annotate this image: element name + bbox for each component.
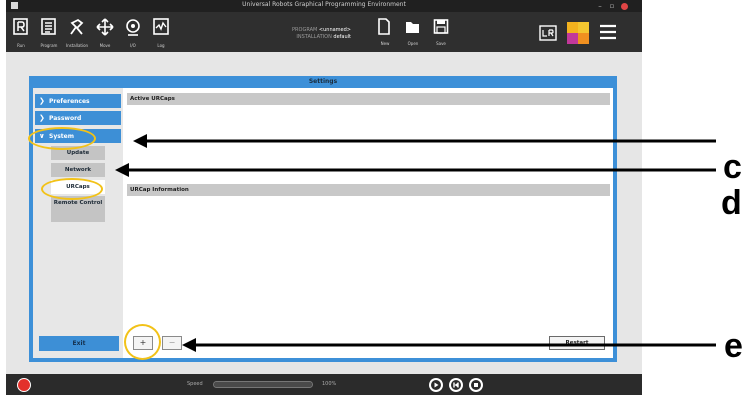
annotation-label-c: c [723, 148, 742, 186]
arrow-c-head [133, 134, 147, 148]
annotation-label-d: d [721, 184, 742, 222]
arrow-d-head [115, 163, 129, 177]
annotation-label-e: e [724, 327, 743, 365]
arrow-e-head [182, 338, 196, 352]
callout-arrows [115, 134, 716, 352]
